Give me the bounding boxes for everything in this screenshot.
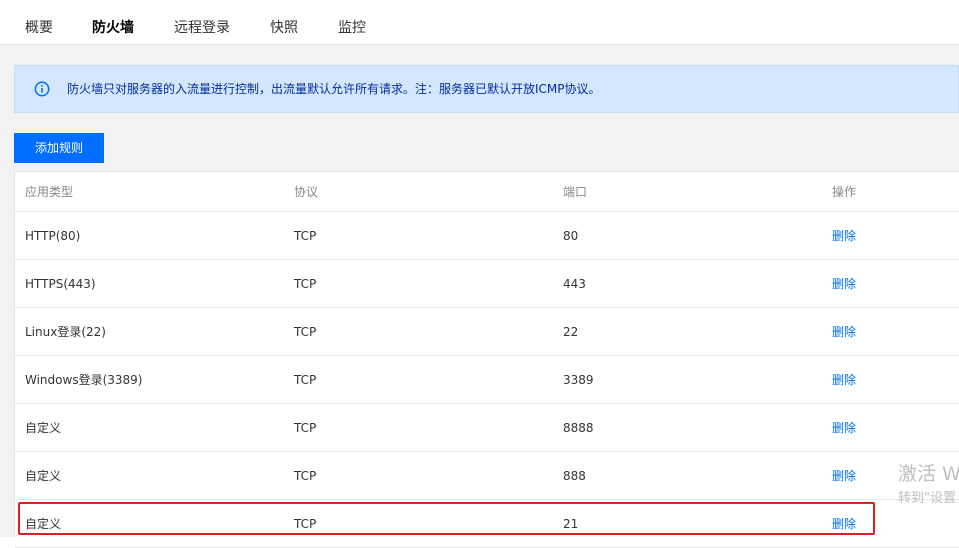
tab-overview[interactable]: 概要	[25, 19, 53, 45]
table-row: HTTPS(443) TCP 443 删除	[15, 260, 959, 308]
cell-protocol: TCP	[294, 469, 317, 483]
activation-watermark-title: 激活 W	[898, 463, 959, 485]
table-header: 应用类型 协议 端口 操作	[15, 172, 959, 212]
cell-port: 888	[563, 469, 586, 483]
cell-port: 80	[563, 229, 579, 243]
header-app-type: 应用类型	[25, 185, 74, 199]
delete-link[interactable]: 删除	[832, 452, 856, 500]
cell-app-type: Linux登录(22)	[25, 325, 106, 339]
cell-port: 8888	[563, 421, 594, 435]
delete-link[interactable]: 删除	[832, 404, 856, 452]
table-row: 自定义 TCP 8888 删除	[15, 404, 959, 452]
info-icon	[34, 81, 50, 97]
activation-watermark-hint: 转到"设置	[898, 491, 956, 506]
tab-firewall[interactable]: 防火墙	[81, 19, 145, 47]
tab-monitoring[interactable]: 监控	[338, 19, 366, 45]
cell-port: 22	[563, 325, 579, 339]
cell-port: 443	[563, 277, 586, 291]
notice-text: 防火墙只对服务器的入流量进行控制，出流量默认允许所有请求。注：服务器已默认开放I…	[67, 82, 601, 96]
cell-app-type: Windows登录(3389)	[25, 373, 143, 387]
table-row: 自定义 TCP 21 删除	[15, 500, 959, 548]
header-port: 端口	[563, 185, 588, 199]
tab-bar: 概要 防火墙 远程登录 快照 监控	[0, 0, 959, 47]
delete-link[interactable]: 删除	[832, 356, 856, 404]
add-rule-button[interactable]: 添加规则	[14, 133, 104, 163]
tab-snapshot[interactable]: 快照	[270, 19, 298, 45]
delete-link[interactable]: 删除	[832, 500, 856, 548]
cell-app-type: HTTPS(443)	[25, 277, 96, 291]
tab-remote-login[interactable]: 远程登录	[174, 19, 230, 45]
table-row: 自定义 TCP 888 删除	[15, 452, 959, 500]
cell-app-type: 自定义	[25, 469, 62, 483]
table-row: Windows登录(3389) TCP 3389 删除	[15, 356, 959, 404]
header-action: 操作	[832, 185, 857, 199]
table-row: Linux登录(22) TCP 22 删除	[15, 308, 959, 356]
cell-app-type: HTTP(80)	[25, 229, 81, 243]
main-content: 防火墙只对服务器的入流量进行控制，出流量默认允许所有请求。注：服务器已默认开放I…	[0, 45, 959, 548]
cell-protocol: TCP	[294, 517, 317, 531]
delete-link[interactable]: 删除	[832, 260, 856, 308]
info-notice: 防火墙只对服务器的入流量进行控制，出流量默认允许所有请求。注：服务器已默认开放I…	[14, 65, 959, 113]
cell-protocol: TCP	[294, 325, 317, 339]
cell-protocol: TCP	[294, 229, 317, 243]
delete-link[interactable]: 删除	[832, 308, 856, 356]
firewall-rules-table: 应用类型 协议 端口 操作 HTTP(80) TCP 80 删除 HTTPS(4…	[14, 171, 959, 548]
cell-app-type: 自定义	[25, 421, 62, 435]
header-protocol: 协议	[294, 185, 319, 199]
cell-protocol: TCP	[294, 373, 317, 387]
cell-protocol: TCP	[294, 277, 317, 291]
cell-protocol: TCP	[294, 421, 317, 435]
cell-port: 3389	[563, 373, 594, 387]
table-row: HTTP(80) TCP 80 删除	[15, 212, 959, 260]
cell-app-type: 自定义	[25, 517, 62, 531]
delete-link[interactable]: 删除	[832, 212, 856, 260]
cell-port: 21	[563, 517, 579, 531]
